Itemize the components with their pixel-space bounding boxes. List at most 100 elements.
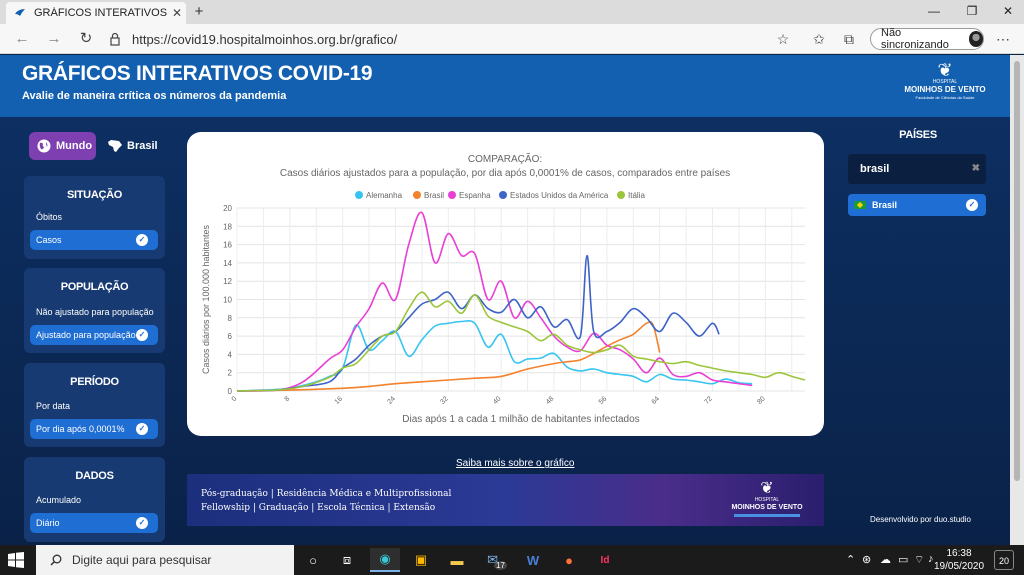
acumulado-option[interactable]: Acumulado xyxy=(36,495,81,505)
favorite-star-icon[interactable]: ☆ xyxy=(774,30,792,48)
windows-start-icon[interactable] xyxy=(8,552,24,568)
page-scrollbar[interactable] xyxy=(1010,55,1024,545)
diario-option[interactable]: Diário ✓ xyxy=(30,513,158,533)
check-icon: ✓ xyxy=(136,517,148,529)
panel-title: DADOS xyxy=(75,470,114,482)
clear-search-icon[interactable]: ✖ xyxy=(972,154,980,184)
y-tick-label: 4 xyxy=(228,350,233,359)
legend-label: Espanha xyxy=(459,191,491,200)
check-icon: ✓ xyxy=(136,329,148,341)
nao-ajustado-option[interactable]: Não ajustado para população xyxy=(36,307,154,317)
x-tick-label: 0 xyxy=(231,395,239,403)
wifi-icon[interactable]: ⌔ xyxy=(914,553,924,567)
page-subtitle: Avalie de maneira crítica os números da … xyxy=(22,90,287,102)
x-tick-label: 32 xyxy=(439,395,450,406)
taskbar-clock[interactable]: 16:38 19/05/2020 xyxy=(934,547,984,573)
indesign-app-icon[interactable]: Id xyxy=(590,548,620,572)
y-tick-label: 20 xyxy=(223,204,232,213)
hospital-logo[interactable]: ❦ HOSPITAL MOINHOS DE VENTO Faculdade de… xyxy=(900,61,990,107)
notifications-icon[interactable]: 20 xyxy=(994,550,1014,570)
word-app-icon[interactable]: W xyxy=(518,548,548,572)
country-item-brasil[interactable]: Brasil ✓ xyxy=(848,194,986,216)
tab-title: GRÁFICOS INTERATIVOS COVID- xyxy=(34,7,168,19)
obitos-option[interactable]: Óbitos xyxy=(36,212,62,222)
x-tick-label: 16 xyxy=(334,395,345,406)
legend-marker xyxy=(499,191,507,199)
y-tick-label: 6 xyxy=(228,332,233,341)
close-window-icon[interactable]: ✕ xyxy=(990,0,1024,24)
battery-icon[interactable]: ▭ xyxy=(898,553,908,566)
option-label: Ajustado para população xyxy=(36,330,136,340)
file-explorer-icon[interactable]: ▬ xyxy=(442,548,472,572)
volume-icon[interactable]: ♪ xyxy=(928,553,934,565)
cloud-icon[interactable]: ☁ xyxy=(880,553,891,566)
scrollbar-thumb[interactable] xyxy=(1014,61,1020,481)
por-data-option[interactable]: Por data xyxy=(36,401,70,411)
country-search-input[interactable]: brasil ✖ xyxy=(848,154,986,184)
line-chart[interactable]: COMPARAÇÃO: Casos diários ajustados para … xyxy=(187,132,824,436)
option-label: Casos xyxy=(36,235,62,245)
minimize-icon[interactable]: — xyxy=(916,0,952,24)
por-dia-option[interactable]: Por dia após 0,0001% ✓ xyxy=(30,419,158,439)
y-tick-label: 2 xyxy=(228,369,233,378)
casos-option[interactable]: Casos ✓ xyxy=(30,230,158,250)
legend-marker xyxy=(413,191,421,199)
x-axis-label: Dias após 1 a cada 1 milhão de habitante… xyxy=(402,414,639,425)
firefox-app-icon[interactable]: ● xyxy=(554,548,584,572)
legend-label: Itália xyxy=(628,191,645,200)
site-header: GRÁFICOS INTERATIVOS COVID-19 Avalie de … xyxy=(0,55,1010,117)
mail-app-icon[interactable]: ✉ 17 xyxy=(482,548,512,572)
y-tick-label: 8 xyxy=(228,314,233,323)
restore-icon[interactable]: ❐ xyxy=(954,0,990,24)
chart-title: COMPARAÇÃO: xyxy=(468,152,542,165)
situacao-panel: SITUAÇÃO Óbitos Casos ✓ xyxy=(24,176,165,259)
forward-icon[interactable]: → xyxy=(44,30,64,48)
browser-tab-bar: GRÁFICOS INTERATIVOS COVID- ✕ + — ❐ ✕ xyxy=(0,0,1024,24)
x-tick-label: 80 xyxy=(756,395,767,406)
globe-icon xyxy=(37,139,51,153)
url-field[interactable]: https://covid19.hospitalmoinhos.org.br/g… xyxy=(108,29,758,49)
bird-favicon-icon xyxy=(15,9,25,16)
browser-tab[interactable]: GRÁFICOS INTERATIVOS COVID- ✕ xyxy=(6,2,186,24)
new-tab-icon[interactable]: + xyxy=(190,3,208,21)
banner-line-2: Fellowship | Graduação | Escola Técnica … xyxy=(201,503,436,513)
brasil-button[interactable]: Brasil xyxy=(107,132,167,160)
logo-faculty: Faculdade de Ciências da Saúde xyxy=(915,95,975,100)
legend-marker xyxy=(448,191,456,199)
ajustado-option[interactable]: Ajustado para população ✓ xyxy=(30,325,158,345)
tray-app-icon[interactable]: ⊛ xyxy=(862,553,871,566)
education-banner[interactable]: Pós-graduação | Residência Médica e Mult… xyxy=(187,474,824,526)
search-icon xyxy=(50,554,62,566)
main-content: Mundo Brasil SITUAÇÃO Óbitos Casos ✓ POP… xyxy=(0,117,1010,545)
banner-logo: ❦ HOSPITAL MOINHOS DE VENTO xyxy=(727,481,807,521)
windows-taskbar: Digite aqui para pesquisar ○ ⧈ ◉ ▣ ▬ ✉ 17… xyxy=(0,545,1024,575)
chart-subtitle: Casos diários ajustados para a população… xyxy=(280,168,730,179)
taskbar-search-input[interactable]: Digite aqui para pesquisar xyxy=(36,545,294,575)
lock-icon xyxy=(110,32,120,46)
favorites-list-icon[interactable]: ✩ xyxy=(810,30,828,48)
tab-close-icon[interactable]: ✕ xyxy=(168,6,186,20)
store-app-icon[interactable]: ▣ xyxy=(406,548,436,572)
edge-app-icon[interactable]: ◉ xyxy=(370,548,400,572)
cortana-icon[interactable]: ○ xyxy=(298,548,328,572)
banner-logo-underline xyxy=(734,514,800,517)
collections-icon[interactable]: ⧉ xyxy=(840,30,858,48)
developer-credit[interactable]: Desenvolvido por duo.studio xyxy=(870,515,971,524)
panel-title: POPULAÇÃO xyxy=(60,281,129,293)
search-placeholder: Digite aqui para pesquisar xyxy=(72,553,212,567)
x-tick-label: 40 xyxy=(492,395,503,406)
brazil-map-icon xyxy=(108,140,122,152)
task-view-icon[interactable]: ⧈ xyxy=(332,548,362,572)
mundo-button[interactable]: Mundo xyxy=(29,132,96,160)
tray-chevron-icon[interactable]: ⌃ xyxy=(846,553,855,566)
sync-button[interactable]: Não sincronizando xyxy=(870,27,984,51)
more-menu-icon[interactable]: ⋯ xyxy=(994,30,1012,48)
refresh-icon[interactable]: ↻ xyxy=(76,30,96,48)
chart-card: COMPARAÇÃO: Casos diários ajustados para … xyxy=(187,132,824,436)
back-icon[interactable]: ← xyxy=(12,30,32,48)
more-about-chart-link[interactable]: Saiba mais sobre o gráfico xyxy=(456,458,574,469)
x-tick-label: 48 xyxy=(545,395,556,406)
check-icon: ✓ xyxy=(136,234,148,246)
page-title: GRÁFICOS INTERATIVOS COVID-19 xyxy=(22,62,373,85)
y-axis-label: Casos diários por 100.000 habitantes xyxy=(201,224,211,374)
